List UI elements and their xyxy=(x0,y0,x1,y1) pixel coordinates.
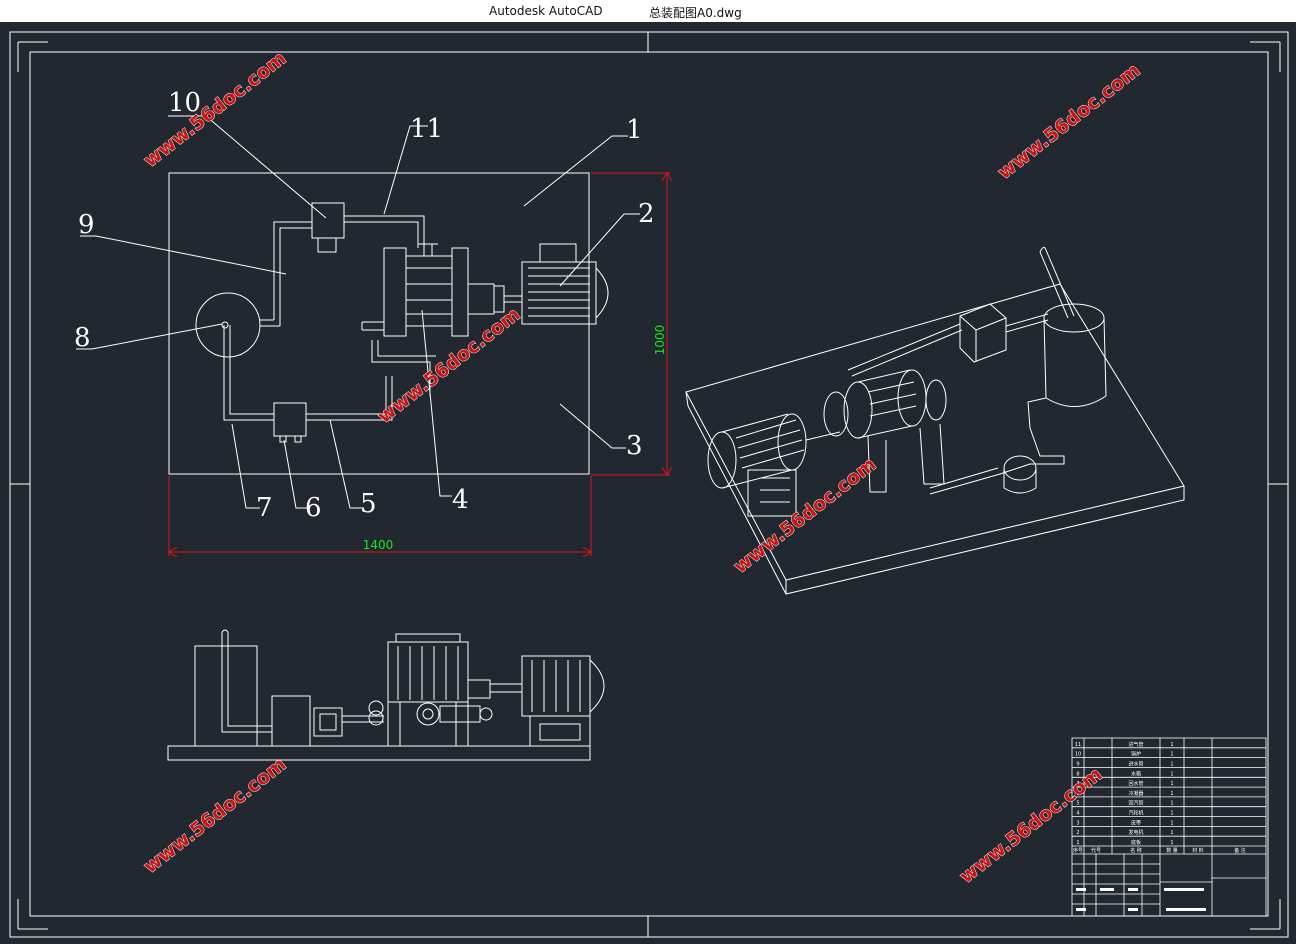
bom-header-cell: 代号 xyxy=(1091,847,1101,854)
dimension-height: 1000 xyxy=(653,325,667,356)
bom-cell-no: 3 xyxy=(1076,820,1079,826)
bom-cell-qty: 1 xyxy=(1170,742,1173,748)
bom-cell-no: 2 xyxy=(1076,830,1079,836)
bom-cell-name: 回水管 xyxy=(1128,780,1143,787)
title-bar: Autodesk AutoCAD 总装配图A0.dwg xyxy=(0,0,1296,22)
bom-cell-qty: 1 xyxy=(1170,811,1173,817)
bom-cell-qty: 1 xyxy=(1170,771,1173,777)
bom-cell-name: 皮带 xyxy=(1131,819,1141,826)
bom-cell-qty: 1 xyxy=(1170,781,1173,787)
bom-cell-qty: 1 xyxy=(1170,752,1173,758)
bom-header-cell: 序号 xyxy=(1073,847,1083,854)
bom-cell-no: 4 xyxy=(1076,811,1079,817)
callout-7: 7 xyxy=(256,493,273,523)
bom-cell-no: 9 xyxy=(1076,762,1079,768)
callout-3: 3 xyxy=(626,431,643,461)
bom-cell-no: 1 xyxy=(1076,840,1079,846)
bom-cell-no: 10 xyxy=(1075,752,1081,758)
bom-header-cell: 数 量 xyxy=(1166,847,1178,854)
bom-cell-name: 发电机 xyxy=(1128,829,1143,836)
callout-4: 4 xyxy=(452,485,469,515)
bom-header-cell: 名 称 xyxy=(1130,847,1142,854)
dimension-width: 1400 xyxy=(363,538,394,552)
bom-header-cell: 备 注 xyxy=(1234,847,1246,854)
bom-cell-name: 底板 xyxy=(1131,839,1141,846)
bom-cell-name: 锅炉 xyxy=(1131,751,1141,758)
callout-1: 1 xyxy=(626,115,643,145)
bom-cell-qty: 1 xyxy=(1170,820,1173,826)
callout-5: 5 xyxy=(360,489,377,519)
callout-6: 6 xyxy=(305,493,322,523)
bom-cell-no: 11 xyxy=(1075,742,1081,748)
bom-cell-name: 汽轮机 xyxy=(1128,810,1143,817)
drawing-canvas[interactable]: 1000 1400 10 11 1 2 9 8 3 7 6 5 4 11 进气管… xyxy=(0,22,1296,944)
bom-header-cell: 材 料 xyxy=(1192,847,1204,854)
callout-11: 11 xyxy=(410,114,443,144)
bom-cell-qty: 1 xyxy=(1170,791,1173,797)
bom-cell-qty: 1 xyxy=(1170,801,1173,807)
callout-2: 2 xyxy=(638,199,655,229)
bom-cell-name: 进气管 xyxy=(1128,741,1143,748)
bom-cell-qty: 1 xyxy=(1170,840,1173,846)
bom-cell-name: 冷凝器 xyxy=(1128,790,1143,797)
bom-cell-name: 进水管 xyxy=(1128,761,1143,768)
bom-cell-name: 回汽管 xyxy=(1128,800,1143,807)
callout-9: 9 xyxy=(78,210,95,240)
bom-cell-name: 水箱 xyxy=(1131,770,1141,777)
document-name: 总装配图A0.dwg xyxy=(649,6,742,20)
callout-8: 8 xyxy=(74,323,91,353)
app-name: Autodesk AutoCAD xyxy=(489,4,603,18)
bom-cell-qty: 1 xyxy=(1170,762,1173,768)
bom-cell-qty: 1 xyxy=(1170,830,1173,836)
